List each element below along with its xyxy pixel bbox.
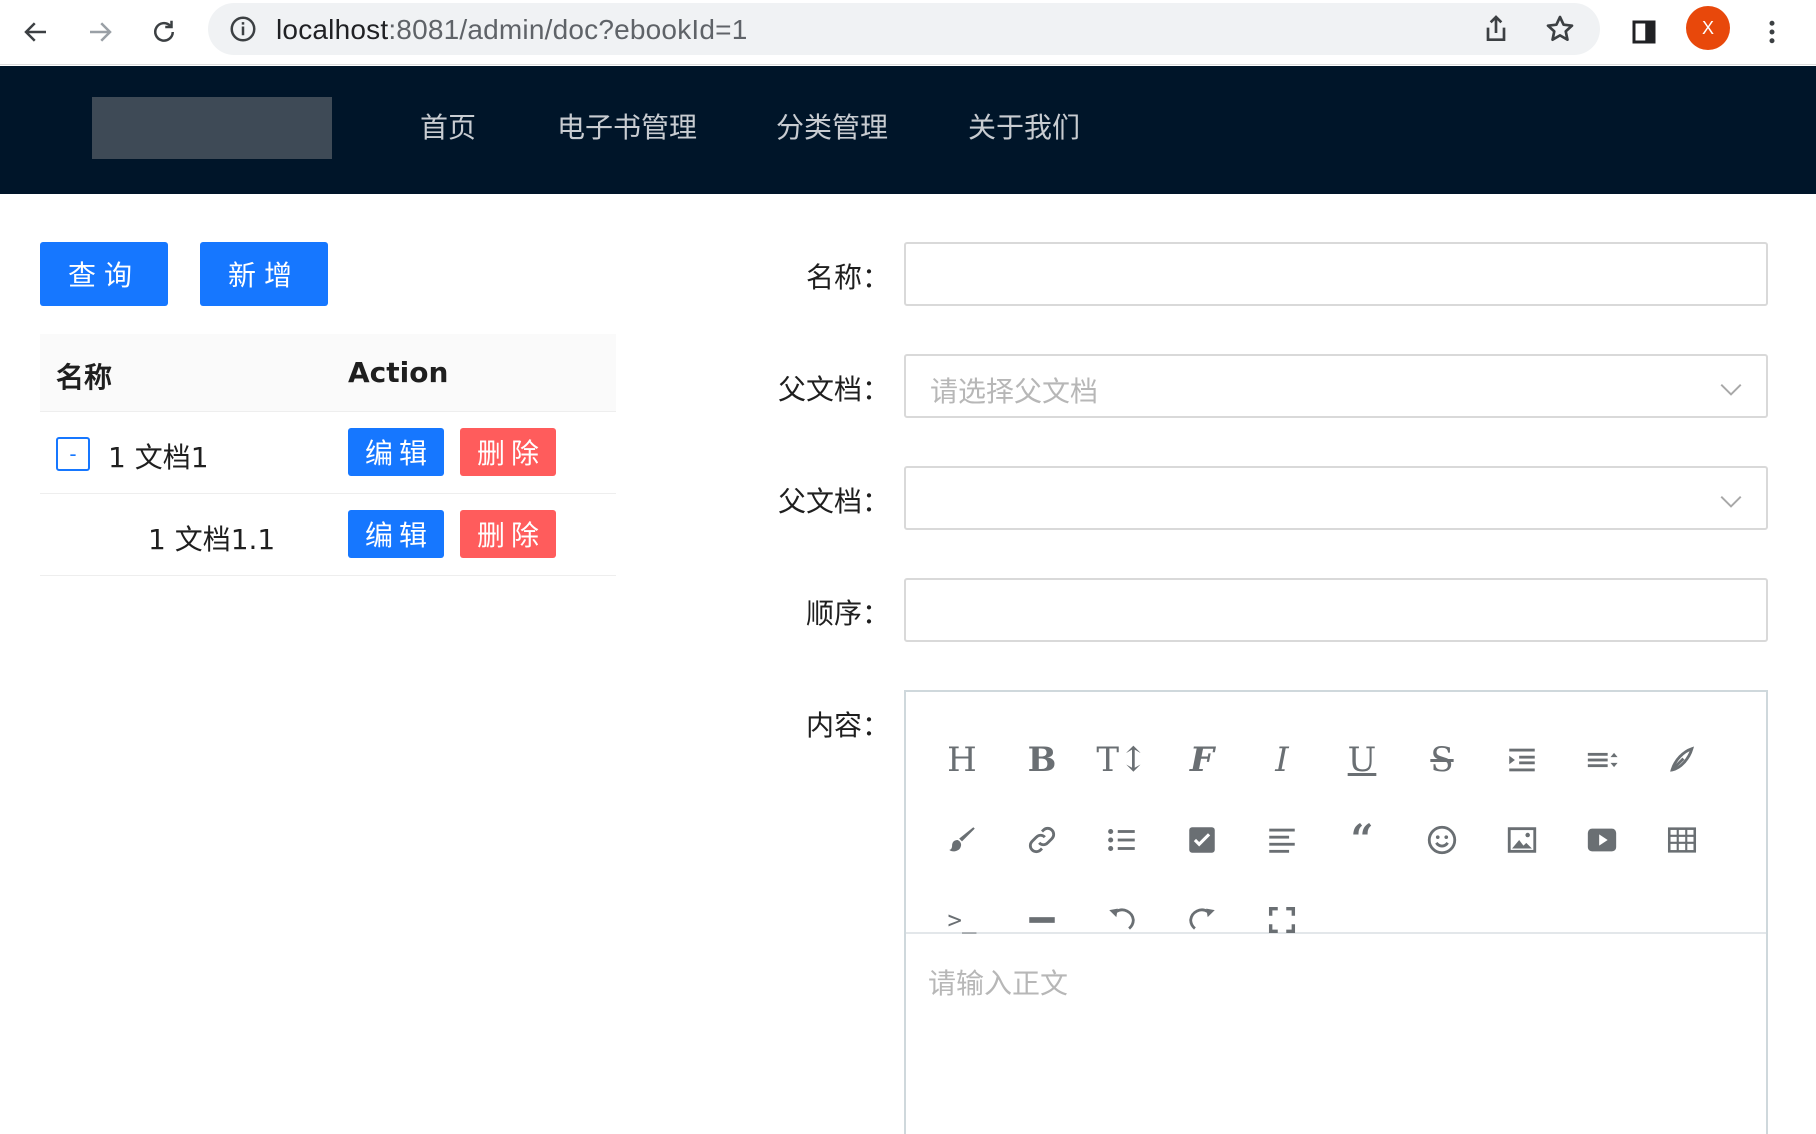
code-icon[interactable]: >_ xyxy=(936,894,988,946)
nav-ebook-management[interactable]: 电子书管理 xyxy=(557,108,697,148)
name-label: 名称： xyxy=(805,261,890,294)
url-text[interactable]: localhost:8081/admin/doc?ebookId=1 xyxy=(276,16,747,44)
justify-icon[interactable] xyxy=(1256,814,1308,866)
redo-icon[interactable] xyxy=(1176,894,1228,946)
doc-name: 1 文档1.1 xyxy=(148,523,276,556)
editor-placeholder: 请输入正文 xyxy=(928,967,1069,1000)
delete-button[interactable]: 删除 xyxy=(460,510,556,558)
nav-about-us[interactable]: 关于我们 xyxy=(968,108,1080,148)
underline-icon[interactable]: U xyxy=(1336,734,1388,786)
order-input[interactable] xyxy=(904,578,1768,642)
undo-icon[interactable] xyxy=(1096,894,1148,946)
parent-doc-label: 父文档： xyxy=(777,373,890,406)
divider-icon[interactable] xyxy=(1016,894,1068,946)
nav-category-management[interactable]: 分类管理 xyxy=(776,108,888,148)
column-header-action: Action xyxy=(348,356,449,389)
browser-toolbar: localhost:8081/admin/doc?ebookId=1 X xyxy=(0,0,1816,65)
background-color-icon[interactable] xyxy=(936,814,988,866)
doc-table: 名称 Action - 1 文档1 编辑 删除 1 文档1.1 编辑 删除 xyxy=(40,334,616,576)
delete-button[interactable]: 删除 xyxy=(460,428,556,476)
chevron-down-icon xyxy=(1720,383,1742,396)
table-row: - 1 文档1 编辑 删除 xyxy=(40,412,616,494)
app-header: 首页 电子书管理 分类管理 关于我们 xyxy=(0,66,1816,194)
order-label: 顺序： xyxy=(805,597,890,630)
line-height-icon[interactable] xyxy=(1576,734,1628,786)
nav-home[interactable]: 首页 xyxy=(420,108,476,148)
profile-avatar[interactable]: X xyxy=(1686,6,1730,50)
parent-doc-tree-select[interactable] xyxy=(904,466,1768,530)
share-icon[interactable] xyxy=(1480,13,1512,45)
rich-text-editor[interactable]: H B T↕ F I U S “ >_ 请输入正文 xyxy=(904,690,1768,1134)
column-header-name: 名称 xyxy=(56,361,113,394)
query-button[interactable]: 查询 xyxy=(40,242,168,306)
fullscreen-icon[interactable] xyxy=(1256,894,1308,946)
list-icon[interactable] xyxy=(1096,814,1148,866)
parent-doc-placeholder: 请选择父文档 xyxy=(930,375,1099,408)
collapse-row-button[interactable]: - xyxy=(56,437,90,471)
font-color-icon[interactable] xyxy=(1656,734,1708,786)
table-icon[interactable] xyxy=(1656,814,1708,866)
doc-name: 1 文档1 xyxy=(108,441,209,474)
edit-button[interactable]: 编辑 xyxy=(348,510,444,558)
todo-icon[interactable] xyxy=(1176,814,1228,866)
address-bar[interactable]: localhost:8081/admin/doc?ebookId=1 xyxy=(208,3,1600,55)
logo[interactable] xyxy=(92,97,332,159)
url-path: :8081/admin/doc?ebookId=1 xyxy=(388,14,748,45)
bookmark-star-icon[interactable] xyxy=(1544,13,1576,45)
emoticon-icon[interactable] xyxy=(1416,814,1468,866)
table-row: 1 文档1.1 编辑 删除 xyxy=(40,494,616,576)
name-input[interactable] xyxy=(904,242,1768,306)
parent-doc-tree-label: 父文档： xyxy=(777,485,890,518)
forward-icon[interactable] xyxy=(76,8,124,56)
back-icon[interactable] xyxy=(12,8,60,56)
parent-doc-select[interactable]: 请选择父文档 xyxy=(904,354,1768,418)
strikethrough-icon[interactable]: S xyxy=(1416,734,1468,786)
font-family-icon[interactable]: F xyxy=(1176,734,1228,786)
more-menu-icon[interactable] xyxy=(1748,8,1796,56)
chevron-down-icon xyxy=(1720,495,1742,508)
add-button[interactable]: 新增 xyxy=(200,242,328,306)
table-header: 名称 Action xyxy=(40,334,616,412)
reload-icon[interactable] xyxy=(140,8,188,56)
font-size-icon[interactable]: T↕ xyxy=(1096,734,1148,786)
edit-button[interactable]: 编辑 xyxy=(348,428,444,476)
image-icon[interactable] xyxy=(1496,814,1548,866)
site-info-icon[interactable] xyxy=(228,14,258,44)
bold-icon[interactable]: B xyxy=(1016,734,1068,786)
indent-icon[interactable] xyxy=(1496,734,1548,786)
video-icon[interactable] xyxy=(1576,814,1628,866)
side-panel-icon[interactable] xyxy=(1620,8,1668,56)
heading-icon[interactable]: H xyxy=(936,734,988,786)
link-icon[interactable] xyxy=(1016,814,1068,866)
url-host: localhost xyxy=(276,14,389,45)
content-label: 内容： xyxy=(805,709,890,742)
editor-toolbar: H B T↕ F I U S “ >_ xyxy=(906,692,1766,934)
quote-icon[interactable]: “ xyxy=(1336,814,1388,866)
italic-icon[interactable]: I xyxy=(1256,734,1308,786)
